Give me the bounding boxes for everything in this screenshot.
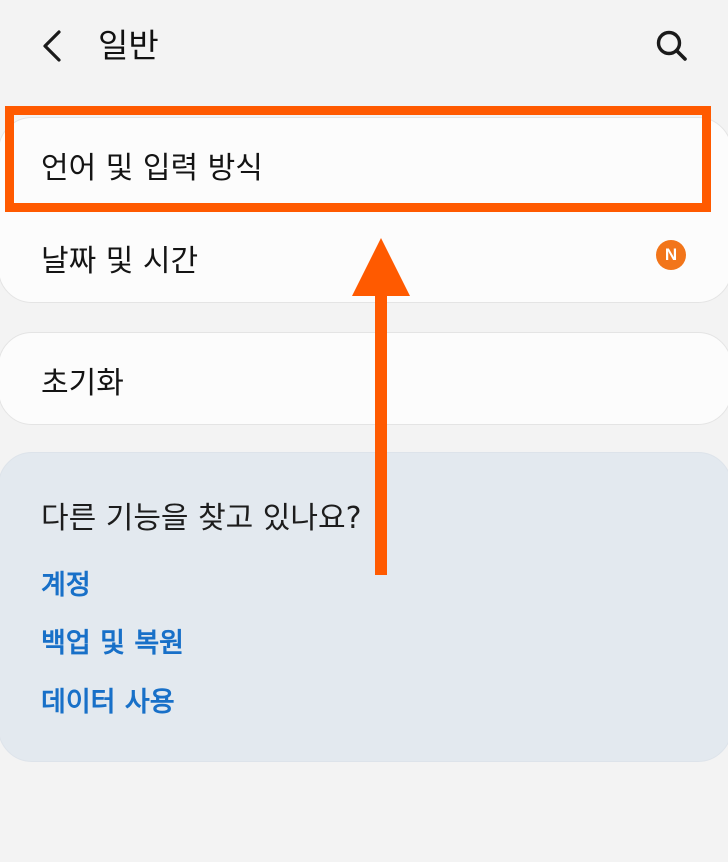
back-button[interactable] (28, 22, 76, 70)
settings-card-reset: 초기화 (0, 332, 728, 425)
language-input-label: 언어 및 입력 방식 (41, 150, 263, 186)
settings-general-screen: 일반 언어 및 입력 방식 날짜 및 시간 N 초기화 다른 기능을 찾고 있나… (0, 0, 728, 862)
chevron-left-icon (43, 30, 61, 62)
suggestion-panel: 다른 기능을 찾고 있나요? 계정 백업 및 복원 데이터 사용 (0, 452, 728, 762)
page-title: 일반 (98, 26, 159, 65)
new-badge: N (656, 240, 686, 270)
search-button[interactable] (648, 22, 696, 70)
app-header: 일반 (0, 0, 728, 92)
date-time-item[interactable]: 날짜 및 시간 N (0, 211, 728, 304)
settings-card-primary: 언어 및 입력 방식 날짜 및 시간 N (0, 117, 728, 303)
account-link[interactable]: 계정 (41, 563, 91, 602)
backup-restore-link[interactable]: 백업 및 복원 (41, 621, 184, 660)
data-usage-link[interactable]: 데이터 사용 (41, 680, 175, 719)
date-time-label: 날짜 및 시간 (41, 243, 199, 279)
suggestion-title: 다른 기능을 찾고 있나요? (41, 501, 362, 536)
language-input-item[interactable]: 언어 및 입력 방식 (0, 118, 728, 211)
search-icon (656, 30, 687, 61)
reset-item[interactable]: 초기화 (0, 333, 728, 426)
reset-label: 초기화 (41, 365, 124, 401)
